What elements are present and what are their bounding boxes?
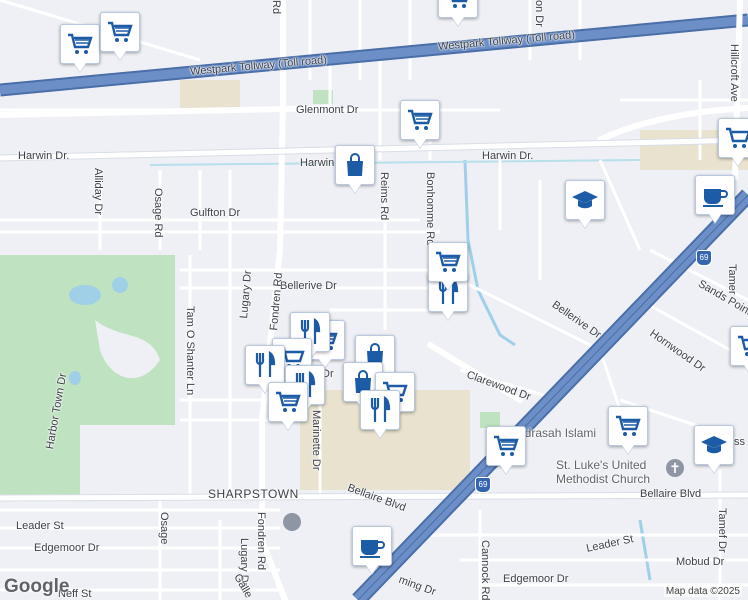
coffee-icon — [360, 540, 385, 558]
marker-restaurant[interactable] — [245, 345, 285, 385]
street-label-bonhomme: Bonhomme Rd — [424, 172, 436, 246]
marker-grocery[interactable] — [268, 382, 308, 422]
church-icon[interactable]: ✝ — [666, 459, 684, 477]
street-label-tamarind: Tamer — [726, 264, 738, 295]
poi-label-st-lukes-2[interactable]: Methodist Church — [556, 472, 650, 486]
marker-grocery[interactable] — [486, 426, 526, 466]
school-icon — [572, 191, 598, 209]
street-label-cannock: Cannock Rd — [479, 540, 491, 600]
highway-shield-69-south: 69 — [475, 477, 491, 493]
marker-grocery[interactable] — [608, 406, 648, 446]
grocery-icon — [738, 335, 748, 356]
marker-shopping[interactable] — [335, 145, 375, 185]
street-label-bellerive-left: Bellerive Dr — [280, 280, 337, 292]
marker-grocery[interactable] — [438, 0, 478, 18]
marker-grocery[interactable] — [60, 24, 100, 64]
marker-grocery[interactable] — [718, 118, 748, 158]
grocery-icon — [436, 251, 461, 272]
marker-grocery[interactable] — [400, 100, 440, 140]
area-label-sharpstown: SHARPSTOWN — [208, 487, 299, 501]
street-label-alliday: Alliday Dr — [92, 168, 104, 216]
marker-coffee[interactable] — [695, 175, 735, 215]
map-canvas[interactable]: Westpark Tollway (Toll road) Westpark To… — [0, 0, 748, 600]
marker-school[interactable] — [694, 425, 734, 465]
restaurant-icon — [255, 350, 276, 377]
street-label-leader-left: Leader St — [16, 520, 64, 532]
coffee-icon — [703, 189, 728, 207]
grocery-icon — [726, 127, 748, 148]
marker-grocery[interactable] — [730, 326, 748, 366]
street-label-on-fragment: on Dr — [533, 0, 545, 27]
grocery-icon — [408, 109, 433, 130]
street-label-harwin-right: Harwin Dr. — [482, 150, 534, 162]
map-base-layer — [0, 0, 748, 600]
street-label-gulfton: Gulfton Dr — [190, 207, 241, 219]
school-icon — [701, 436, 727, 454]
street-label-tam-o-shanter: Tam O Shanter Ln — [184, 306, 196, 396]
street-label-rd-fragment: Rd — [270, 0, 282, 15]
grocery-icon — [616, 415, 641, 436]
street-label-edgemoor-right: Edgemoor Dr — [503, 573, 569, 585]
street-label-hillcroft: Hillcroft Ave — [728, 44, 740, 102]
grocery-icon — [68, 33, 93, 54]
highway-shield-69-north: 69 — [696, 250, 712, 266]
grocery-icon — [494, 435, 519, 456]
street-label-osage-bottom: Osage — [158, 512, 170, 545]
street-label-mobud: Mobud Dr — [676, 556, 725, 568]
marker-grocery[interactable] — [428, 242, 468, 282]
grocery-icon — [276, 391, 301, 412]
street-label-osage-top: Osage Rd — [152, 188, 164, 238]
map-attribution[interactable]: Map data ©2025 — [663, 586, 742, 597]
poi-label-st-lukes-1[interactable]: St. Luke's United — [556, 458, 646, 472]
shopping-bag-icon — [347, 153, 363, 176]
street-label-harwin-left: Harwin Dr. — [18, 150, 70, 162]
school-poi-icon[interactable] — [283, 513, 301, 531]
street-label-harwin-mid: Harwin — [300, 157, 335, 169]
marker-grocery[interactable] — [100, 12, 140, 52]
street-label-tarnef: Tamef Dr — [716, 508, 728, 553]
street-label-ss-fragment: ss — [734, 436, 745, 448]
street-label-reims: Reims Rd — [378, 172, 390, 221]
street-label-fondren-bottom: Fondren Rd — [255, 512, 267, 571]
street-label-glenmont: Glenmont Dr — [296, 104, 359, 116]
google-logo: Google — [4, 576, 70, 597]
grocery-icon — [451, 0, 468, 8]
marker-coffee[interactable] — [352, 526, 392, 566]
restaurant-icon — [370, 395, 391, 422]
marker-school[interactable] — [565, 180, 605, 220]
grocery-icon — [108, 21, 133, 42]
street-label-marinette: Marinette Dr — [310, 410, 322, 471]
street-label-edgemoor-left: Edgemoor Dr — [34, 542, 100, 554]
marker-restaurant[interactable] — [360, 390, 400, 430]
street-label-bellaire-right: Bellaire Blvd — [640, 488, 702, 500]
